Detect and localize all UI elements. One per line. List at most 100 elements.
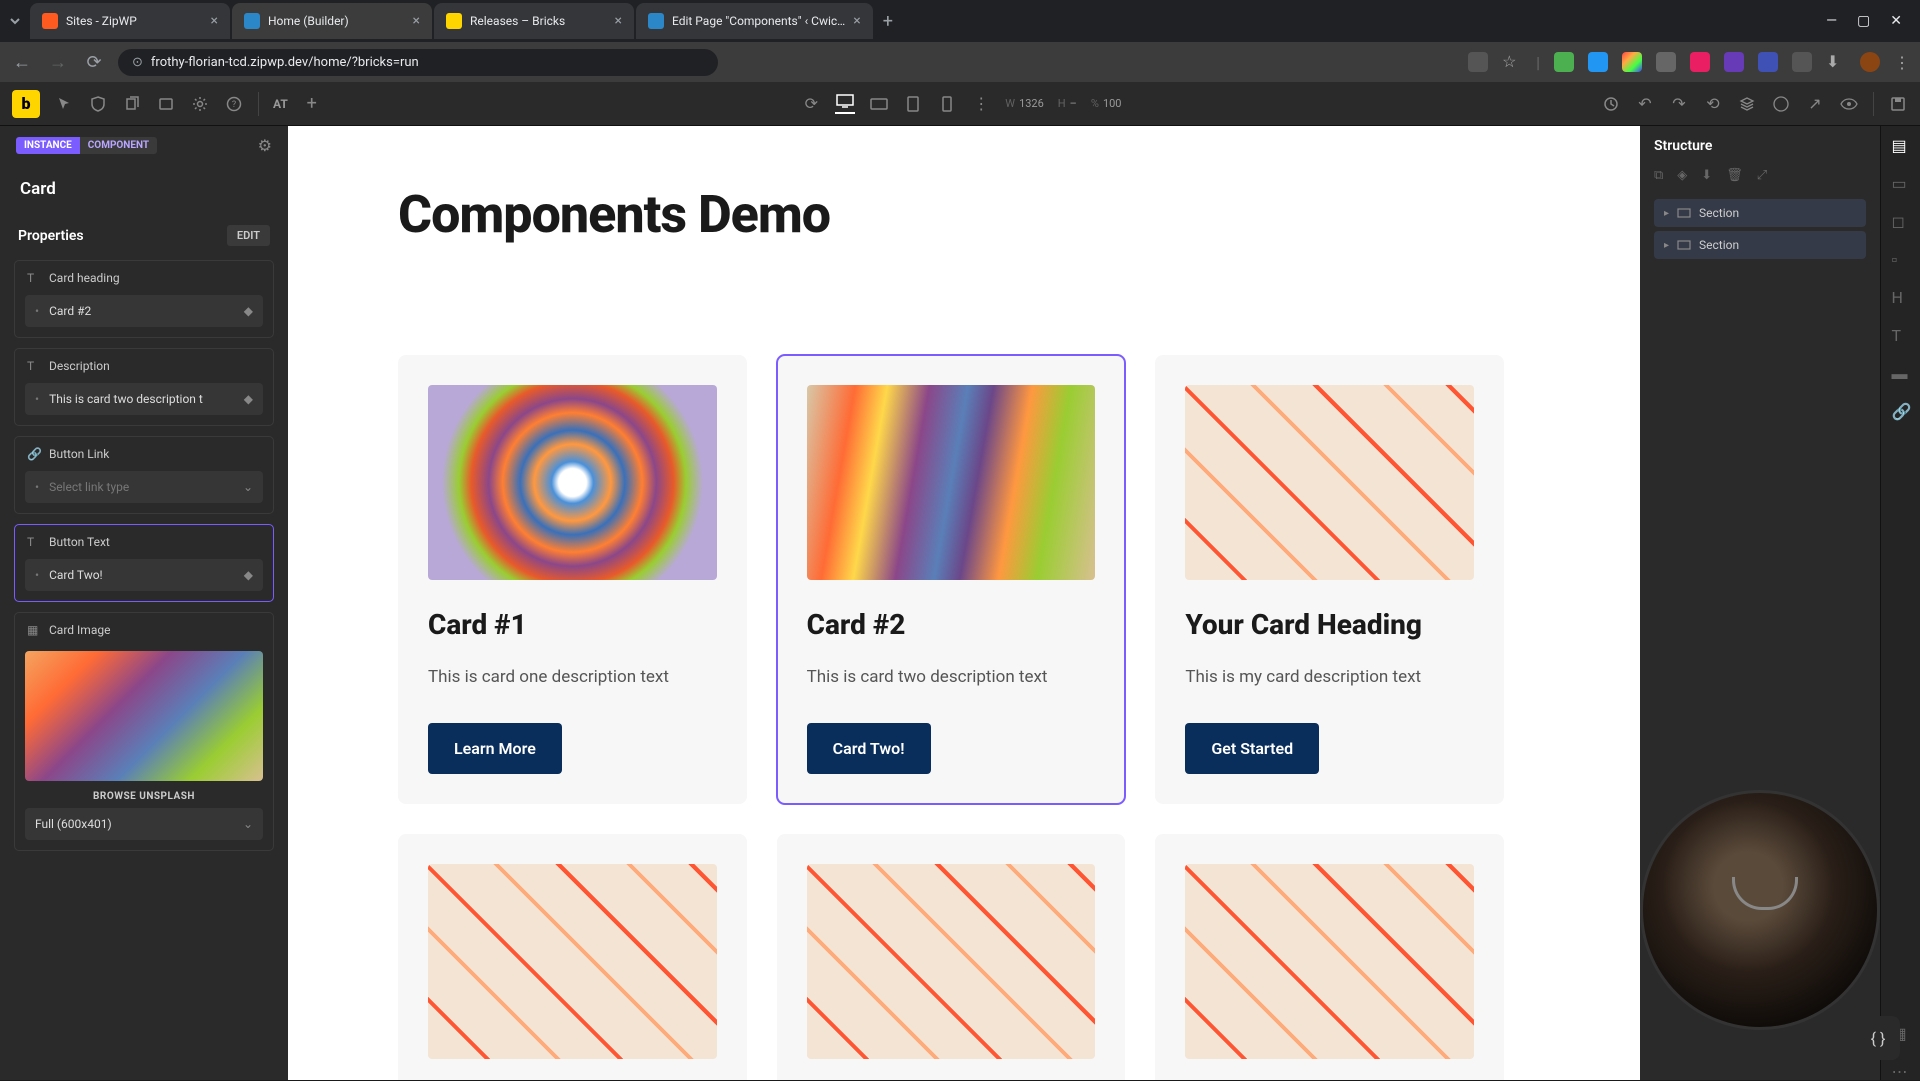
downloads-icon[interactable]: ⬇ — [1826, 52, 1846, 72]
add-element-icon[interactable]: + — [302, 94, 322, 114]
canvas[interactable]: Components Demo Card #1 This is card one… — [288, 126, 1640, 1080]
chevron-right-icon[interactable]: ▸ — [1664, 208, 1669, 219]
preview-icon[interactable] — [1839, 94, 1859, 114]
at-label[interactable]: AT — [273, 97, 288, 111]
save-icon[interactable] — [1888, 94, 1908, 114]
rail-structure-icon[interactable]: ▤ — [1892, 136, 1910, 154]
close-window-button[interactable]: ✕ — [1890, 13, 1902, 29]
card-description[interactable]: This is card two description text — [807, 665, 1096, 691]
image-size-select[interactable]: Full (600x401)⌄ — [25, 808, 263, 840]
pages-icon[interactable] — [156, 94, 176, 114]
extension-icon[interactable] — [1724, 52, 1744, 72]
code-panel-button[interactable]: { } — [1856, 1016, 1900, 1060]
expand-icon[interactable]: ⤢ — [1757, 168, 1767, 183]
component-settings-icon[interactable]: ⚙ — [258, 136, 272, 155]
rail-text-icon[interactable]: T — [1892, 326, 1910, 344]
rail-button-icon[interactable]: ▬ — [1892, 364, 1910, 382]
wordpress-icon[interactable] — [1771, 94, 1791, 114]
tab-close-icon[interactable]: × — [853, 13, 860, 29]
card-component[interactable]: Card #2 This is card two description tex… — [777, 355, 1126, 804]
delete-all-icon[interactable]: 🗑 — [1726, 168, 1743, 183]
desktop-view-icon[interactable] — [835, 94, 855, 114]
card-image[interactable] — [1185, 385, 1474, 580]
reload-button[interactable]: ⟳ — [82, 52, 106, 73]
revisions-icon[interactable] — [1601, 94, 1621, 114]
pointer-tool-icon[interactable] — [54, 94, 74, 114]
new-tab-button[interactable]: + — [873, 11, 903, 32]
paste-structure-icon[interactable]: ◈ — [1677, 168, 1687, 183]
rail-block-icon[interactable]: ◻ — [1892, 212, 1910, 230]
tablet-portrait-icon[interactable] — [903, 94, 923, 114]
chrome-menu-icon[interactable]: ⋮ — [1894, 53, 1910, 72]
extension-icon[interactable] — [1758, 52, 1778, 72]
dropdown-icon[interactable] — [8, 14, 22, 28]
copy-icon[interactable] — [122, 94, 142, 114]
canvas-zoom[interactable]: 100 — [1103, 97, 1122, 110]
install-app-icon[interactable] — [1468, 52, 1488, 72]
card-component[interactable] — [398, 834, 747, 1081]
extension-icon[interactable] — [1554, 52, 1574, 72]
edit-properties-button[interactable]: EDIT — [227, 225, 270, 246]
back-button[interactable]: ← — [10, 52, 34, 73]
rail-heading-icon[interactable]: H — [1892, 288, 1910, 306]
card-heading[interactable]: Card #1 — [428, 608, 717, 641]
browser-tab[interactable]: Home (Builder) × — [232, 3, 432, 39]
bookmark-icon[interactable]: ☆ — [1502, 52, 1522, 72]
url-input[interactable]: ⊙ frothy-florian-tcd.zipwp.dev/home/?bri… — [118, 49, 718, 76]
card-image[interactable] — [1185, 864, 1474, 1059]
extension-icon[interactable] — [1656, 52, 1676, 72]
import-icon[interactable]: ⬇ — [1701, 168, 1712, 183]
canvas-width[interactable]: 1326 — [1019, 97, 1044, 110]
card-heading[interactable]: Card #2 — [807, 608, 1096, 641]
card-button[interactable]: Learn More — [428, 723, 562, 774]
button-text-input[interactable]: Card Two!◆ — [25, 559, 263, 591]
extensions-menu-icon[interactable] — [1792, 52, 1812, 72]
canvas-height[interactable]: – — [1070, 97, 1077, 110]
description-input[interactable]: This is card two description t◆ — [25, 383, 263, 415]
chevron-right-icon[interactable]: ▸ — [1664, 240, 1669, 251]
card-image[interactable] — [807, 864, 1096, 1059]
structure-node-section[interactable]: ▸ Section — [1654, 199, 1866, 227]
more-breakpoints-icon[interactable]: ⋮ — [971, 94, 991, 114]
mobile-view-icon[interactable] — [937, 94, 957, 114]
extension-icon[interactable] — [1622, 52, 1642, 72]
dropdown-icon[interactable]: ◆ — [244, 392, 253, 406]
site-info-icon[interactable]: ⊙ — [132, 55, 143, 70]
profile-avatar[interactable] — [1860, 52, 1880, 72]
redo-icon[interactable]: ↷ — [1669, 94, 1689, 114]
card-component[interactable] — [777, 834, 1126, 1081]
page-title[interactable]: Components Demo — [398, 184, 1504, 245]
browser-tab[interactable]: Edit Page "Components" ‹ Cwic… × — [636, 3, 873, 39]
chevron-down-icon[interactable]: ⌄ — [243, 480, 253, 494]
rail-more-icon[interactable]: ⋯ — [1892, 1062, 1910, 1080]
browser-tab[interactable]: Releases – Bricks × — [434, 3, 634, 39]
tab-close-icon[interactable]: × — [615, 13, 622, 29]
external-link-icon[interactable]: ↗ — [1805, 94, 1825, 114]
refresh-icon[interactable]: ⟳ — [801, 94, 821, 114]
heading-input[interactable]: Card #2◆ — [25, 295, 263, 327]
tab-close-icon[interactable]: × — [211, 13, 218, 29]
maximize-button[interactable]: ▢ — [1857, 13, 1870, 29]
card-image[interactable] — [428, 864, 717, 1059]
structure-node-section[interactable]: ▸ Section — [1654, 231, 1866, 259]
extension-icon[interactable] — [1690, 52, 1710, 72]
dropdown-icon[interactable]: ◆ — [244, 568, 253, 582]
browse-unsplash-button[interactable]: BROWSE UNSPLASH — [25, 781, 263, 808]
tablet-landscape-icon[interactable] — [869, 94, 889, 114]
card-image[interactable] — [807, 385, 1096, 580]
minimize-button[interactable]: — — [1826, 13, 1837, 29]
image-thumbnail[interactable] — [25, 651, 263, 781]
card-button[interactable]: Get Started — [1185, 723, 1319, 774]
history-icon[interactable]: ⟲ — [1703, 94, 1723, 114]
card-component[interactable] — [1155, 834, 1504, 1081]
copy-structure-icon[interactable]: ⧉ — [1654, 168, 1663, 183]
shield-icon[interactable] — [88, 94, 108, 114]
card-image[interactable] — [428, 385, 717, 580]
link-type-select[interactable]: Select link type⌄ — [25, 471, 263, 503]
help-icon[interactable]: ? — [224, 94, 244, 114]
card-heading[interactable]: Your Card Heading — [1185, 608, 1474, 641]
rail-div-icon[interactable]: ▫ — [1892, 250, 1910, 268]
dropdown-icon[interactable]: ◆ — [244, 304, 253, 318]
settings-icon[interactable] — [190, 94, 210, 114]
rail-link-icon[interactable]: 🔗 — [1892, 402, 1910, 420]
